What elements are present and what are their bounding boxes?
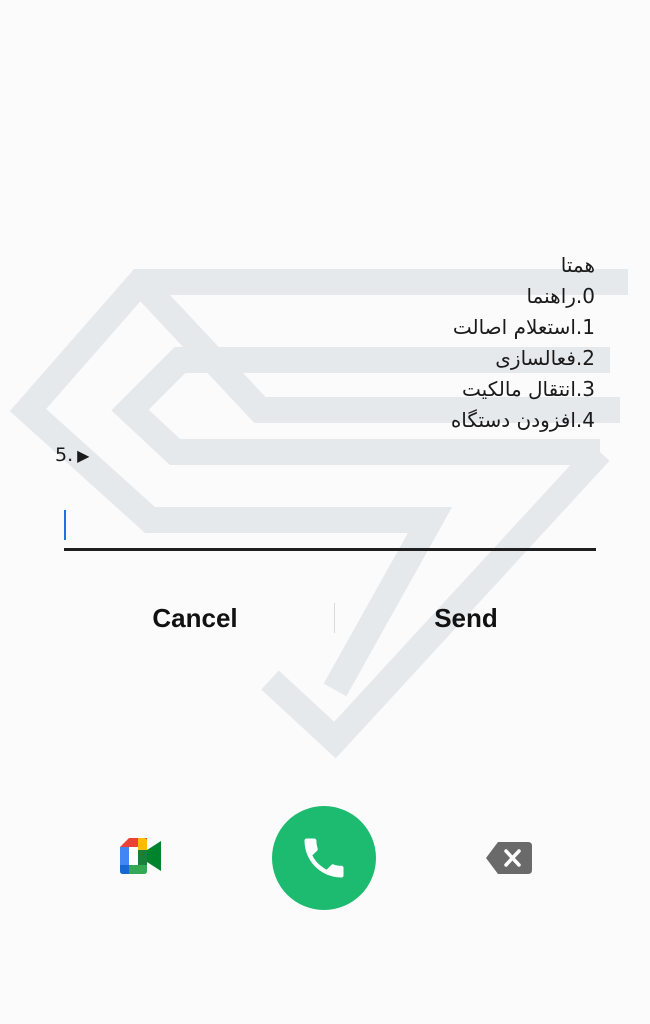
- ussd-line: 2.فعالسازی: [495, 346, 595, 370]
- play-arrow-icon: ▶: [77, 446, 90, 465]
- send-button[interactable]: Send: [366, 598, 566, 638]
- text-caret: [64, 510, 66, 540]
- reply-field[interactable]: [64, 500, 600, 552]
- ussd-message: همتا 0.راهنما 1.استعلام اصالت 2.فعالسازی…: [75, 250, 595, 436]
- backspace-icon[interactable]: [486, 842, 532, 878]
- ussd-line: همتا: [560, 253, 595, 277]
- call-button[interactable]: [272, 806, 376, 910]
- ussd-line: 4.افزودن دستگاه: [450, 408, 595, 432]
- input-underline: [64, 548, 596, 551]
- ussd-prompt: 5. ▶: [55, 442, 89, 469]
- phone-icon: [304, 838, 344, 878]
- cancel-button[interactable]: Cancel: [95, 598, 295, 638]
- reply-input[interactable]: [64, 500, 600, 550]
- ussd-line: 3.انتقال مالکیت: [462, 377, 595, 401]
- ussd-line: 1.استعلام اصالت: [452, 315, 595, 339]
- ussd-dialog-screen: همتا 0.راهنما 1.استعلام اصالت 2.فعالسازی…: [0, 0, 650, 1024]
- prompt-text: 5.: [55, 444, 74, 466]
- ussd-line: 0.راهنما: [526, 284, 595, 308]
- google-meet-icon[interactable]: [120, 838, 162, 878]
- button-divider: [334, 603, 335, 633]
